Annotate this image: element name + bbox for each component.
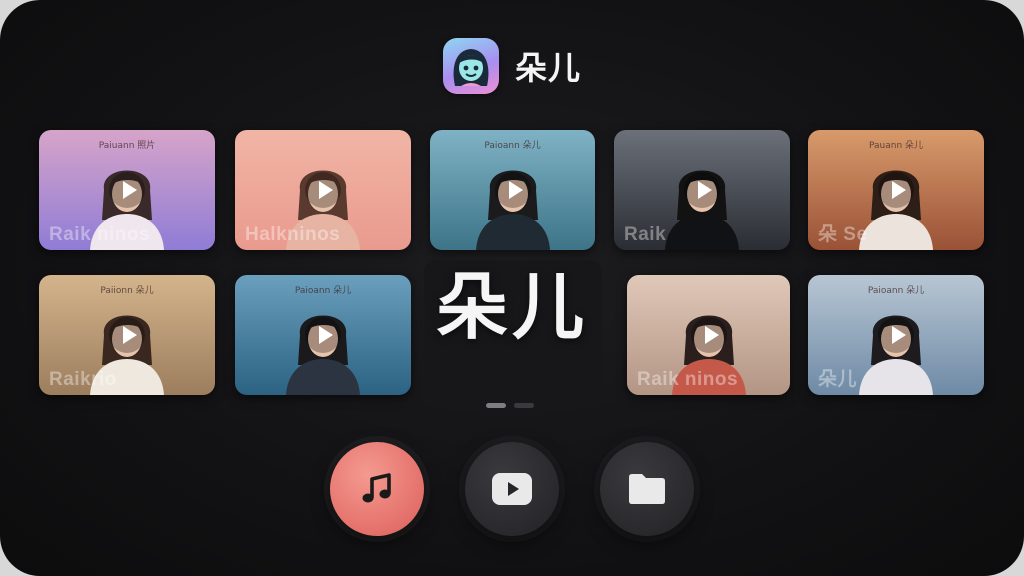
- play-icon[interactable]: [878, 172, 914, 208]
- video-watermark: Raik ninos: [637, 369, 739, 390]
- play-icon: [492, 473, 532, 505]
- video-caption: Pauann 朵儿: [868, 141, 924, 151]
- page-dot-2[interactable]: [514, 403, 534, 408]
- play-icon[interactable]: [684, 172, 720, 208]
- center-label: 朵儿: [435, 265, 588, 349]
- video-caption: Paioann 朵儿: [484, 141, 541, 151]
- play-icon[interactable]: [109, 172, 145, 208]
- video-watermark: 朵 Se: [818, 224, 868, 245]
- folder-icon: [629, 474, 665, 504]
- folder-button[interactable]: [600, 442, 694, 536]
- app-header: 朵儿: [0, 36, 1024, 96]
- app-title: 朵儿: [514, 49, 581, 87]
- video-thumbnail[interactable]: Pauann 朵儿朵 Se: [808, 130, 984, 250]
- play-icon[interactable]: [305, 172, 341, 208]
- page-indicator[interactable]: [486, 403, 534, 408]
- video-watermark: 朵儿: [818, 369, 858, 390]
- video-watermark: Raik ninos: [49, 224, 151, 245]
- video-thumbnail[interactable]: Paioann 朵儿: [430, 130, 595, 250]
- video-watermark: Halkninos: [245, 224, 341, 245]
- video-thumbnail[interactable]: Raik: [614, 130, 790, 250]
- play-icon[interactable]: [494, 172, 531, 208]
- video-watermark: Raik: [624, 224, 667, 245]
- music-note-icon: [362, 473, 391, 503]
- cartoon-girl-avatar-icon: [442, 38, 499, 94]
- video-caption: Paiuann 照片: [98, 141, 156, 151]
- page-dot-1[interactable]: [486, 403, 506, 408]
- video-watermark: Raikrio: [49, 369, 117, 390]
- video-button[interactable]: [465, 442, 559, 536]
- music-button[interactable]: [330, 442, 424, 536]
- video-thumbnail[interactable]: Halkninos: [235, 130, 411, 250]
- video-thumbnail[interactable]: Paiuann 照片 Raik ninos: [39, 130, 215, 250]
- app-screen: 朵儿 Paiuann 照片 Raik ninos Halkninos Paioan…: [0, 0, 1024, 576]
